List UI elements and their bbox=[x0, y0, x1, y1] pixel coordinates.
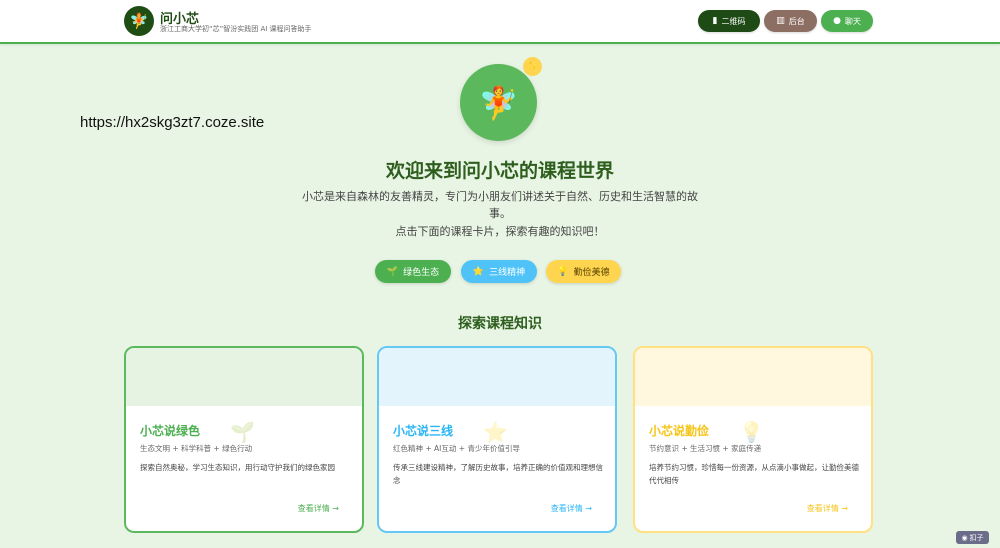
sparkle-icon: ✨ bbox=[523, 57, 542, 76]
sprout-icon: 🌱 bbox=[230, 420, 255, 444]
fairy-logo-icon[interactable]: 🧚 bbox=[124, 6, 154, 36]
brand-subtitle: 浙江工商大学初“芯”智汾实践团 AI 课程问答助手 bbox=[160, 25, 312, 33]
section-title: 探索课程知识 bbox=[458, 316, 542, 332]
card-description: 探索自然奥秘，学习生态知识，用行动守护我们的绿色家园 bbox=[140, 463, 335, 472]
tag-thrift-virtue[interactable]: 💡 勤俭美德 bbox=[546, 260, 621, 283]
card-title: 小芯说勤俭 bbox=[649, 424, 710, 438]
hero-description: 小芯是来自森林的友善精灵，专门为小朋友们讲述关于自然、历史和生活智慧的故事。 bbox=[302, 190, 698, 220]
tag-label: 勤俭美德 bbox=[573, 268, 610, 278]
admin-button[interactable]: ▥ 后台 bbox=[764, 10, 817, 32]
course-card-green[interactable]: 🌱 小芯说绿色 生态文明 + 科学科普 + 绿色行动 探索自然奥秘，学习生态知识… bbox=[124, 346, 364, 533]
url-overlay-text: https://hx2skg3zt7.coze.site bbox=[80, 114, 265, 131]
top-navbar: 🧚 问小芯 浙江工商大学初“芯”智汾实践团 AI 课程问答助手 ▮ 二维码 ▥ … bbox=[0, 0, 1000, 44]
tag-label: 绿色生态 bbox=[403, 268, 440, 278]
hero-instruction: 点击下面的课程卡片，探索有趣的知识吧！ bbox=[395, 225, 605, 238]
course-card-thrift[interactable]: 💡 小芯说勤俭 节约意识 + 生活习惯 + 家庭传递 培养节约习惯，珍惜每一份资… bbox=[633, 346, 873, 533]
star-icon: ⭐ bbox=[472, 266, 485, 277]
tag-three-line-spirit[interactable]: ⭐ 三线精神 bbox=[461, 260, 537, 283]
view-details-link[interactable]: 查看详情 → bbox=[807, 503, 848, 514]
card-tags: 生态文明 + 科学科普 + 绿色行动 bbox=[140, 444, 253, 453]
course-card-three-line[interactable]: ⭐ 小芯说三线 红色精神 + AI互动 + 青少年价值引导 传承三线建设精神，了… bbox=[377, 346, 617, 533]
qr-code-button-label: 二维码 bbox=[721, 16, 746, 26]
card-header-band bbox=[635, 348, 871, 406]
sprout-icon: 🌱 bbox=[386, 266, 399, 277]
coze-badge[interactable]: ◉ 扣子 bbox=[956, 531, 989, 544]
card-header-band bbox=[126, 348, 362, 406]
chat-button-label: 聊天 bbox=[844, 16, 861, 26]
chart-icon: ▥ bbox=[776, 16, 785, 26]
card-title: 小芯说绿色 bbox=[140, 424, 201, 438]
qr-code-icon: ▮ bbox=[712, 16, 718, 26]
lightbulb-icon: 💡 bbox=[557, 266, 569, 277]
card-tags: 节约意识 + 生活习惯 + 家庭传递 bbox=[649, 444, 762, 453]
coze-badge-label: 扣子 bbox=[969, 533, 984, 542]
card-header-band bbox=[379, 348, 615, 406]
card-description: 培养节约习惯，珍惜每一份资源，从点滴小事做起，让勤俭美德代代相传 bbox=[649, 463, 859, 485]
card-title: 小芯说三线 bbox=[393, 424, 454, 438]
hero-title: 欢迎来到问小芯的课程世界 bbox=[385, 160, 614, 182]
tag-label: 三线精神 bbox=[489, 268, 526, 278]
admin-button-label: 后台 bbox=[788, 16, 805, 26]
chat-button[interactable]: ● 聊天 bbox=[821, 10, 873, 32]
coze-logo-icon: ◉ bbox=[961, 533, 968, 542]
chat-bubble-icon: ● bbox=[833, 16, 841, 26]
star-icon: ⭐ bbox=[483, 420, 508, 444]
tag-green-ecology[interactable]: 🌱 绿色生态 bbox=[375, 260, 451, 283]
card-description: 传承三线建设精神，了解历史故事，培养正确的价值观和理想信念 bbox=[393, 463, 603, 485]
view-details-link[interactable]: 查看详情 → bbox=[551, 503, 592, 514]
card-tags: 红色精神 + AI互动 + 青少年价值引导 bbox=[393, 444, 520, 453]
view-details-link[interactable]: 查看详情 → bbox=[298, 503, 339, 514]
lightbulb-icon: 💡 bbox=[739, 420, 764, 444]
fairy-avatar-icon: 🧚 bbox=[460, 64, 537, 141]
qr-code-button[interactable]: ▮ 二维码 bbox=[698, 10, 760, 32]
